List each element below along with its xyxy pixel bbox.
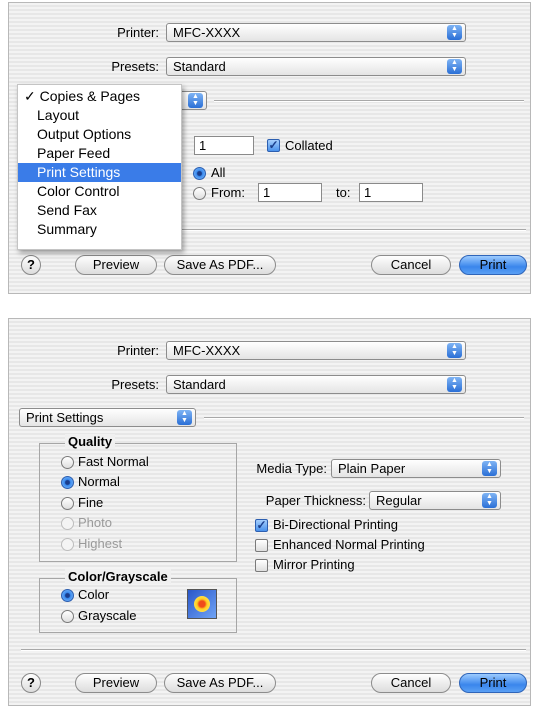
- color-title: Color/Grayscale: [65, 569, 171, 584]
- quality-title: Quality: [65, 434, 116, 449]
- enhanced-normal-label: Enhanced Normal Printing: [273, 537, 425, 552]
- collated-checkbox[interactable]: ✓: [267, 139, 280, 152]
- printer-popup[interactable]: MFC-XXXX ▲ ▼: [166, 23, 466, 42]
- panel-popup[interactable]: Print Settings ▲ ▼: [19, 408, 196, 427]
- from-field[interactable]: 1: [258, 183, 322, 202]
- save-as-pdf-button[interactable]: Save As PDF...: [164, 673, 276, 693]
- paper-thickness-value: Regular: [376, 493, 422, 508]
- pages-all-label: All: [211, 165, 226, 180]
- color-photo-icon: [187, 589, 217, 619]
- presets-value: Standard: [173, 59, 226, 74]
- panel-dropdown-menu: ✓ Copies & Pages Layout Output Options P…: [17, 84, 182, 250]
- quality-normal-radio[interactable]: [61, 476, 74, 489]
- copies-value: 1: [199, 138, 207, 153]
- media-type-label: Media Type:: [256, 461, 327, 476]
- menu-item-send-fax[interactable]: Send Fax: [18, 201, 200, 220]
- quality-fine-label: Fine: [78, 495, 104, 510]
- cancel-button[interactable]: Cancel: [371, 673, 451, 693]
- menu-item-print-settings[interactable]: Print Settings: [18, 163, 181, 182]
- mirror-printing-label: Mirror Printing: [273, 557, 355, 572]
- divider: [21, 649, 526, 651]
- presets-label: Presets:: [111, 59, 159, 74]
- print-button[interactable]: Print: [459, 255, 527, 275]
- popup-arrows-icon: ▲ ▼: [447, 343, 462, 358]
- print-dialog-print-settings: Printer: MFC-XXXX ▲ ▼ Presets: Standard ▲…: [8, 318, 531, 706]
- quality-photo-radio: [61, 517, 74, 530]
- presets-value: Standard: [173, 377, 226, 392]
- popup-arrows-icon: ▲ ▼: [482, 461, 497, 476]
- presets-popup[interactable]: Standard ▲ ▼: [166, 57, 466, 76]
- to-value: 1: [364, 185, 372, 200]
- menu-item-output-options[interactable]: Output Options: [18, 125, 200, 144]
- quality-fast-normal-radio[interactable]: [61, 456, 74, 469]
- menu-item-color-control[interactable]: Color Control: [18, 182, 200, 201]
- quality-fine-radio[interactable]: [61, 497, 74, 510]
- menu-item-copies-pages[interactable]: ✓ Copies & Pages: [18, 87, 187, 106]
- preview-button[interactable]: Preview: [75, 255, 157, 275]
- printer-popup[interactable]: MFC-XXXX ▲ ▼: [166, 341, 466, 360]
- menu-item-layout[interactable]: Layout: [18, 106, 200, 125]
- print-button[interactable]: Print: [459, 673, 527, 693]
- help-button[interactable]: ?: [21, 673, 41, 693]
- mirror-printing-checkbox[interactable]: [255, 559, 268, 572]
- grayscale-radio[interactable]: [61, 610, 74, 623]
- quality-highest-label: Highest: [78, 536, 123, 551]
- pages-all-radio[interactable]: [193, 167, 206, 180]
- from-value: 1: [263, 185, 271, 200]
- color-label: Color: [78, 587, 110, 602]
- popup-arrows-icon: ▲ ▼: [447, 59, 462, 74]
- quality-fast-normal-label: Fast Normal: [78, 454, 149, 469]
- save-as-pdf-button[interactable]: Save As PDF...: [164, 255, 276, 275]
- enhanced-normal-checkbox[interactable]: [255, 539, 268, 552]
- color-radio[interactable]: [61, 589, 74, 602]
- printer-value: MFC-XXXX: [173, 343, 241, 358]
- menu-item-paper-feed[interactable]: Paper Feed: [18, 144, 200, 163]
- printer-label: Printer:: [117, 343, 159, 358]
- quality-normal-label: Normal: [78, 474, 120, 489]
- help-button[interactable]: ?: [21, 255, 41, 275]
- pages-from-label: From:: [211, 185, 245, 200]
- printer-value: MFC-XXXX: [173, 25, 241, 40]
- popup-arrows-icon: ▲ ▼: [177, 410, 192, 425]
- quality-highest-radio: [61, 538, 74, 551]
- collated-label: Collated: [285, 138, 333, 153]
- popup-arrows-icon: ▲ ▼: [447, 377, 462, 392]
- divider: [204, 417, 524, 419]
- to-label: to:: [336, 185, 351, 200]
- menu-item-summary[interactable]: Summary: [18, 220, 200, 239]
- bi-directional-label: Bi-Directional Printing: [273, 517, 398, 532]
- copies-field[interactable]: 1: [194, 136, 254, 155]
- popup-arrows-icon: ▲ ▼: [447, 25, 462, 40]
- paper-thickness-label: Paper Thickness:: [265, 493, 366, 508]
- panel-value: Print Settings: [26, 410, 104, 425]
- presets-popup[interactable]: Standard ▲ ▼: [166, 375, 466, 394]
- divider: [214, 100, 524, 102]
- bi-directional-checkbox[interactable]: ✓: [255, 519, 268, 532]
- preview-button[interactable]: Preview: [75, 673, 157, 693]
- popup-arrows-icon: ▲ ▼: [482, 493, 497, 508]
- printer-label: Printer:: [117, 25, 159, 40]
- quality-photo-label: Photo: [78, 515, 112, 530]
- to-field[interactable]: 1: [359, 183, 423, 202]
- presets-label: Presets:: [111, 377, 159, 392]
- grayscale-label: Grayscale: [78, 608, 137, 623]
- cancel-button[interactable]: Cancel: [371, 255, 451, 275]
- paper-thickness-popup[interactable]: Regular ▲ ▼: [369, 491, 501, 510]
- media-type-popup[interactable]: Plain Paper ▲ ▼: [331, 459, 501, 478]
- media-type-value: Plain Paper: [338, 461, 406, 476]
